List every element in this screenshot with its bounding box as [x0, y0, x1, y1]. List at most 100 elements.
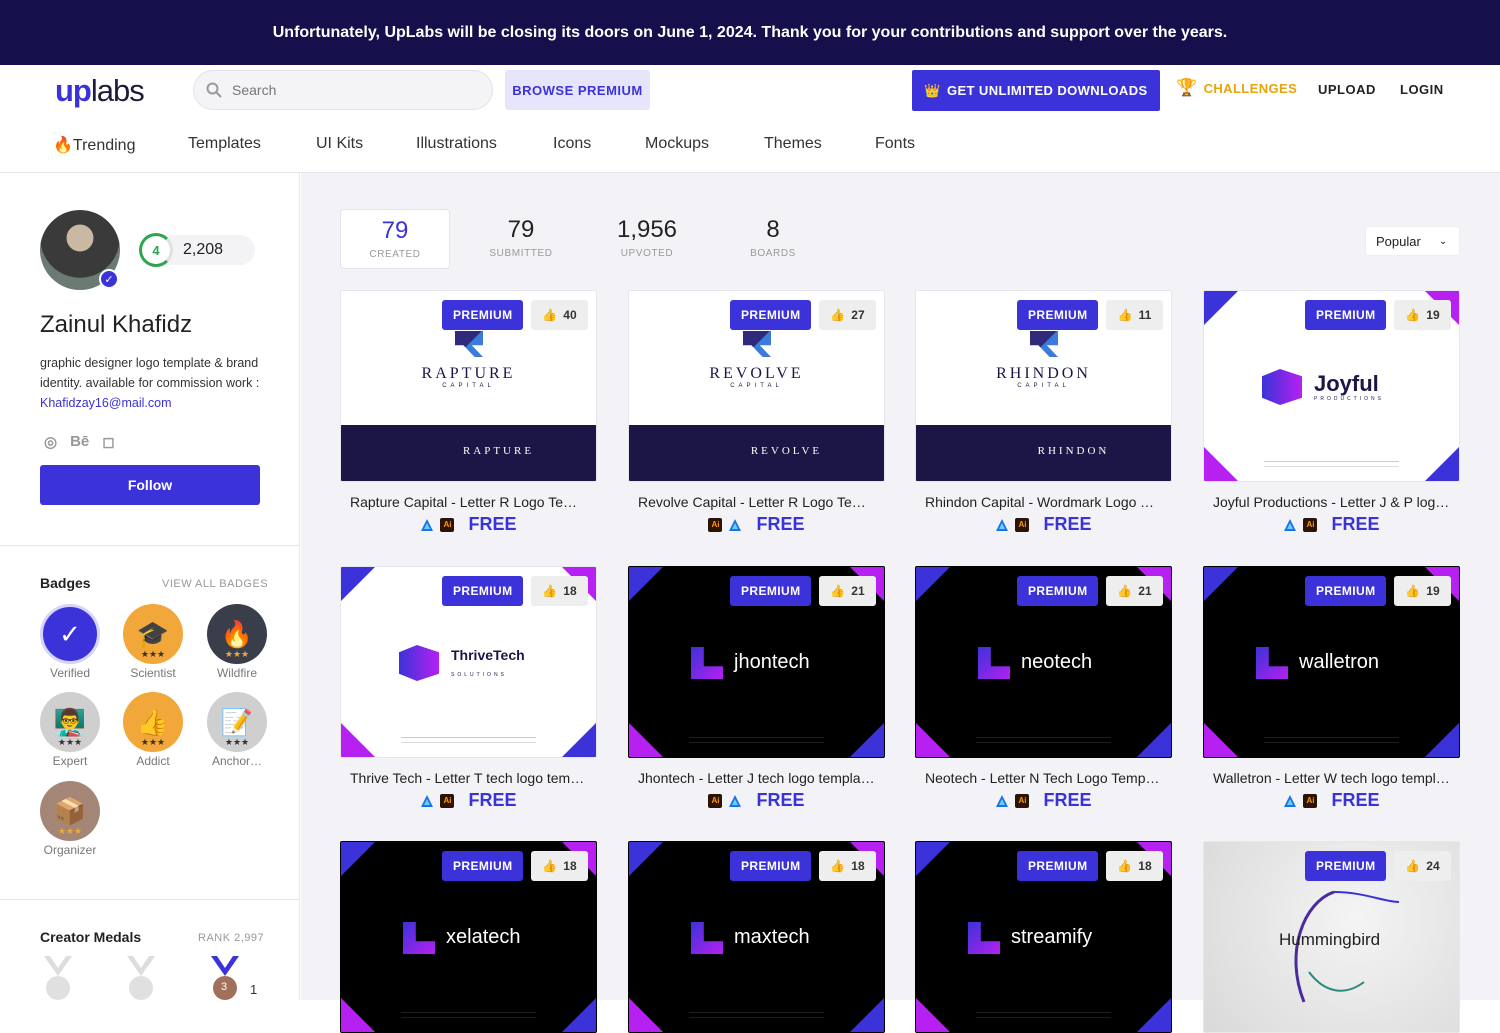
shot-card[interactable]: Joyful PRODUCTIONS PREMIUM 👍 19 Joyful Produc…: [1203, 290, 1460, 535]
shot-thumbnail[interactable]: Joyful PRODUCTIONS PREMIUM 👍 19: [1203, 290, 1460, 482]
category-themes[interactable]: Themes: [764, 135, 822, 153]
shot-thumbnail[interactable]: ThriveTech SOLUTIONS PREMIUM 👍 18: [340, 566, 597, 758]
free-label: FREE: [468, 790, 517, 810]
shot-meta: Ai FREE: [915, 514, 1172, 535]
shot-thumbnail[interactable]: xelatech PREMIUM 👍 18: [340, 841, 597, 1033]
shot-title[interactable]: Rapture Capital - Letter R Logo Tem…: [340, 494, 597, 510]
shot-card[interactable]: maxtech PREMIUM 👍 18: [628, 841, 885, 1033]
corner-decor: [1137, 998, 1171, 1032]
shot-title[interactable]: Walletron - Letter W tech logo templ…: [1203, 770, 1460, 786]
sort-select[interactable]: Popular ⌄: [1365, 226, 1460, 256]
like-count: 21: [1138, 584, 1152, 598]
like-button[interactable]: 👍 18: [819, 851, 876, 881]
like-button[interactable]: 👍 24: [1394, 851, 1451, 881]
like-button[interactable]: 👍 19: [1394, 576, 1451, 606]
shot-card[interactable]: REVOLVE CAPITAL REVOLVE PREMIUM 👍 27 Revolve C…: [628, 290, 885, 535]
category-ui-kits[interactable]: UI Kits: [316, 135, 363, 153]
dribbble-icon[interactable]: ◎: [44, 433, 57, 451]
category-fonts[interactable]: Fonts: [875, 135, 915, 153]
shot-title[interactable]: Neotech - Letter N Tech Logo Templ…: [915, 770, 1172, 786]
stat-submitted[interactable]: 79 SUBMITTED: [466, 209, 576, 269]
browse-premium-button[interactable]: BROWSE PREMIUM: [505, 70, 650, 110]
shot-title[interactable]: Thrive Tech - Letter T tech logo tem…: [340, 770, 597, 786]
stat-boards[interactable]: 8 BOARDS: [718, 209, 828, 269]
shot-thumbnail[interactable]: REVOLVE CAPITAL REVOLVE PREMIUM 👍 27: [628, 290, 885, 482]
search-input[interactable]: [232, 82, 472, 98]
badge-stars: ★★★: [140, 737, 166, 747]
shot-title[interactable]: Joyful Productions - Letter J & P log…: [1203, 494, 1460, 510]
like-button[interactable]: 👍 27: [819, 300, 876, 330]
shot-thumbnail[interactable]: maxtech PREMIUM 👍 18: [628, 841, 885, 1033]
premium-badge: PREMIUM: [442, 300, 524, 330]
stat-upvoted[interactable]: 1,956 UPVOTED: [592, 209, 702, 269]
like-button[interactable]: 👍 18: [531, 576, 588, 606]
shot-thumbnail[interactable]: walletron PREMIUM 👍 19: [1203, 566, 1460, 758]
like-count: 21: [851, 584, 865, 598]
badge-wildfire[interactable]: 🔥 ★★★ Wildfire: [206, 604, 268, 680]
stat-created[interactable]: 79 CREATED: [340, 209, 450, 269]
corner-decor: [850, 998, 884, 1032]
shot-thumbnail[interactable]: RAPTURE CAPITAL RAPTURE PREMIUM 👍 40: [340, 290, 597, 482]
shot-title[interactable]: Jhontech - Letter J tech logo templa…: [628, 770, 885, 786]
instagram-icon[interactable]: ◻: [102, 433, 114, 451]
like-button[interactable]: 👍 11: [1106, 300, 1163, 330]
shot-thumbnail[interactable]: Hummingbird PREMIUM 👍 24: [1203, 841, 1460, 1033]
brand-wordmark: xelatech: [446, 926, 521, 948]
get-unlimited-downloads-button[interactable]: 👑 GET UNLIMITED DOWNLOADS: [912, 70, 1160, 111]
view-all-badges-link[interactable]: VIEW ALL BADGES: [162, 578, 268, 590]
free-label: FREE: [1331, 790, 1380, 810]
badge-expert[interactable]: 👨‍🏫 ★★★ Expert: [39, 692, 101, 768]
category-icons[interactable]: Icons: [553, 135, 591, 153]
affinity-designer-icon: [1283, 794, 1297, 808]
shot-card[interactable]: streamify PREMIUM 👍 18: [915, 841, 1172, 1033]
like-button[interactable]: 👍 40: [531, 300, 588, 330]
free-label: FREE: [1043, 790, 1092, 810]
shot-card[interactable]: jhontech PREMIUM 👍 21 Jhontech - Letter J te…: [628, 566, 885, 811]
login-link[interactable]: LOGIN: [1400, 82, 1444, 97]
shot-title[interactable]: Revolve Capital - Letter R Logo Tem…: [628, 494, 885, 510]
uplabs-logo[interactable]: uplabs: [55, 73, 145, 109]
corner-decor: [629, 723, 663, 757]
shot-card[interactable]: Hummingbird PREMIUM 👍 24: [1203, 841, 1460, 1033]
shot-thumbnail[interactable]: neotech PREMIUM 👍 21: [915, 566, 1172, 758]
corner-decor: [341, 567, 375, 601]
badge-scientist[interactable]: 🎓 ★★★ Scientist: [122, 604, 184, 680]
badge-anchor[interactable]: 📝 ★★★ Anchor…: [206, 692, 268, 768]
behance-icon[interactable]: Bē: [70, 433, 89, 451]
category-mockups[interactable]: Mockups: [645, 135, 709, 153]
follow-button[interactable]: Follow: [40, 465, 260, 505]
shot-card[interactable]: neotech PREMIUM 👍 21 Neotech - Letter N Tech…: [915, 566, 1172, 811]
shot-card[interactable]: RHINDON CAPITAL RHINDON PREMIUM 👍 11 Rhindon C…: [915, 290, 1172, 535]
category-trending[interactable]: 🔥Trending: [53, 135, 135, 155]
shot-thumbnail[interactable]: streamify PREMIUM 👍 18: [915, 841, 1172, 1033]
like-button[interactable]: 👍 21: [1106, 576, 1163, 606]
search-box[interactable]: [193, 70, 493, 110]
upload-link[interactable]: UPLOAD: [1318, 82, 1376, 97]
like-button[interactable]: 👍 18: [531, 851, 588, 881]
badge-addict[interactable]: 👍 ★★★ Addict: [122, 692, 184, 768]
badge-verified[interactable]: ✓ Verified: [39, 604, 101, 680]
brand-wordmark: RAPTURE: [421, 365, 516, 382]
challenges-link[interactable]: 🏆 CHALLENGES: [1176, 78, 1297, 98]
shot-card[interactable]: RAPTURE CAPITAL RAPTURE PREMIUM 👍 40 Rapture C…: [340, 290, 597, 535]
category-illustrations[interactable]: Illustrations: [416, 135, 497, 153]
shot-card[interactable]: ThriveTech SOLUTIONS PREMIUM 👍 18 Thrive Tech…: [340, 566, 597, 811]
shot-card[interactable]: xelatech PREMIUM 👍 18: [340, 841, 597, 1033]
like-button[interactable]: 👍 21: [819, 576, 876, 606]
like-button[interactable]: 👍 19: [1394, 300, 1451, 330]
category-templates[interactable]: Templates: [188, 135, 261, 153]
bronze-medal-number: 3: [221, 981, 228, 993]
shot-title[interactable]: Rhindon Capital - Wordmark Logo T…: [915, 494, 1172, 510]
premium-badge: PREMIUM: [1305, 576, 1387, 606]
stat-label: BOARDS: [750, 248, 796, 259]
shot-card[interactable]: walletron PREMIUM 👍 19 Walletron - Letter W …: [1203, 566, 1460, 811]
corner-decor: [562, 723, 596, 757]
fine-print: [1264, 461, 1399, 467]
email-link[interactable]: Khafidzay16@mail.com: [40, 396, 172, 410]
shot-thumbnail[interactable]: jhontech PREMIUM 👍 21: [628, 566, 885, 758]
shot-thumbnail[interactable]: RHINDON CAPITAL RHINDON PREMIUM 👍 11: [915, 290, 1172, 482]
like-button[interactable]: 👍 18: [1106, 851, 1163, 881]
box-icon: 📦 ★★★: [40, 781, 100, 841]
brand-wordmark: jhontech: [734, 651, 810, 673]
badge-organizer[interactable]: 📦 ★★★ Organizer: [39, 781, 101, 857]
